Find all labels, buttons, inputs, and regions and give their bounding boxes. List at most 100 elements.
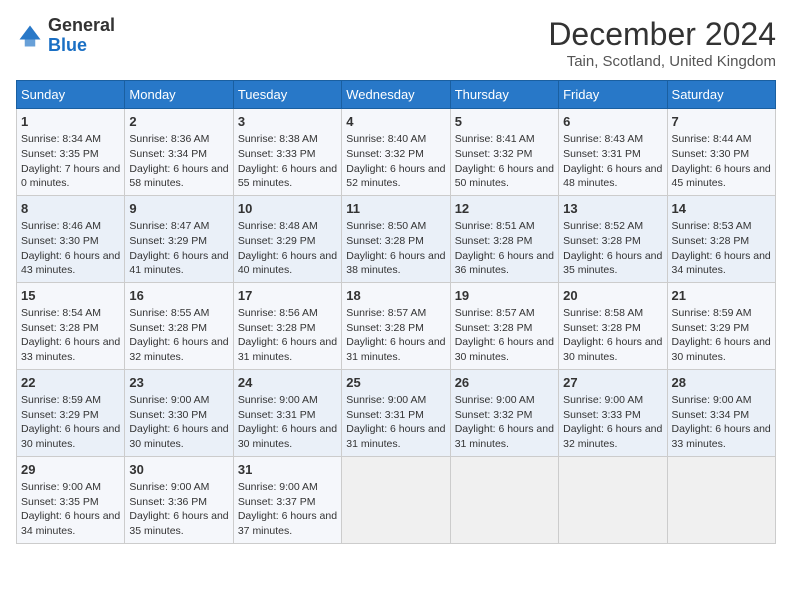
calendar-dow-tuesday: Tuesday [233, 81, 341, 109]
calendar-cell: 9Sunrise: 8:47 AMSunset: 3:29 PMDaylight… [125, 195, 233, 282]
logo-icon [16, 22, 44, 50]
calendar-cell: 2Sunrise: 8:36 AMSunset: 3:34 PMDaylight… [125, 109, 233, 196]
day-number: 21 [672, 287, 771, 305]
day-info: Sunrise: 8:46 AMSunset: 3:30 PMDaylight:… [21, 219, 120, 278]
day-info: Sunrise: 9:00 AMSunset: 3:34 PMDaylight:… [672, 393, 771, 452]
day-number: 25 [346, 374, 445, 392]
day-number: 20 [563, 287, 662, 305]
calendar-cell: 24Sunrise: 9:00 AMSunset: 3:31 PMDayligh… [233, 369, 341, 456]
calendar-week-3: 15Sunrise: 8:54 AMSunset: 3:28 PMDayligh… [17, 282, 776, 369]
calendar-cell: 15Sunrise: 8:54 AMSunset: 3:28 PMDayligh… [17, 282, 125, 369]
calendar-cell: 25Sunrise: 9:00 AMSunset: 3:31 PMDayligh… [342, 369, 450, 456]
day-number: 2 [129, 113, 228, 131]
calendar-dow-saturday: Saturday [667, 81, 775, 109]
day-number: 1 [21, 113, 120, 131]
calendar-cell: 7Sunrise: 8:44 AMSunset: 3:30 PMDaylight… [667, 109, 775, 196]
calendar-cell: 29Sunrise: 9:00 AMSunset: 3:35 PMDayligh… [17, 456, 125, 543]
day-info: Sunrise: 8:57 AMSunset: 3:28 PMDaylight:… [455, 306, 554, 365]
calendar-cell [450, 456, 558, 543]
logo-text: General Blue [48, 16, 115, 56]
day-number: 9 [129, 200, 228, 218]
day-info: Sunrise: 8:36 AMSunset: 3:34 PMDaylight:… [129, 132, 228, 191]
day-info: Sunrise: 8:40 AMSunset: 3:32 PMDaylight:… [346, 132, 445, 191]
calendar-cell: 22Sunrise: 8:59 AMSunset: 3:29 PMDayligh… [17, 369, 125, 456]
day-number: 5 [455, 113, 554, 131]
day-info: Sunrise: 8:52 AMSunset: 3:28 PMDaylight:… [563, 219, 662, 278]
day-info: Sunrise: 9:00 AMSunset: 3:30 PMDaylight:… [129, 393, 228, 452]
calendar-week-2: 8Sunrise: 8:46 AMSunset: 3:30 PMDaylight… [17, 195, 776, 282]
calendar-cell [342, 456, 450, 543]
calendar-cell: 21Sunrise: 8:59 AMSunset: 3:29 PMDayligh… [667, 282, 775, 369]
day-number: 3 [238, 113, 337, 131]
title-block: December 2024 Tain, Scotland, United Kin… [548, 16, 776, 70]
calendar-cell: 17Sunrise: 8:56 AMSunset: 3:28 PMDayligh… [233, 282, 341, 369]
calendar-cell: 1Sunrise: 8:34 AMSunset: 3:35 PMDaylight… [17, 109, 125, 196]
calendar-week-4: 22Sunrise: 8:59 AMSunset: 3:29 PMDayligh… [17, 369, 776, 456]
day-number: 27 [563, 374, 662, 392]
day-info: Sunrise: 8:38 AMSunset: 3:33 PMDaylight:… [238, 132, 337, 191]
calendar-header-row: SundayMondayTuesdayWednesdayThursdayFrid… [17, 81, 776, 109]
day-number: 13 [563, 200, 662, 218]
day-info: Sunrise: 9:00 AMSunset: 3:36 PMDaylight:… [129, 480, 228, 539]
day-info: Sunrise: 8:57 AMSunset: 3:28 PMDaylight:… [346, 306, 445, 365]
day-number: 15 [21, 287, 120, 305]
calendar-dow-wednesday: Wednesday [342, 81, 450, 109]
calendar-cell: 8Sunrise: 8:46 AMSunset: 3:30 PMDaylight… [17, 195, 125, 282]
day-number: 22 [21, 374, 120, 392]
day-info: Sunrise: 8:34 AMSunset: 3:35 PMDaylight:… [21, 132, 120, 191]
day-number: 31 [238, 461, 337, 479]
month-title: December 2024 [548, 16, 776, 53]
calendar-cell: 4Sunrise: 8:40 AMSunset: 3:32 PMDaylight… [342, 109, 450, 196]
calendar-cell: 3Sunrise: 8:38 AMSunset: 3:33 PMDaylight… [233, 109, 341, 196]
day-number: 26 [455, 374, 554, 392]
calendar-week-1: 1Sunrise: 8:34 AMSunset: 3:35 PMDaylight… [17, 109, 776, 196]
day-info: Sunrise: 8:59 AMSunset: 3:29 PMDaylight:… [21, 393, 120, 452]
calendar-cell: 14Sunrise: 8:53 AMSunset: 3:28 PMDayligh… [667, 195, 775, 282]
day-number: 4 [346, 113, 445, 131]
day-info: Sunrise: 9:00 AMSunset: 3:37 PMDaylight:… [238, 480, 337, 539]
calendar-dow-monday: Monday [125, 81, 233, 109]
day-info: Sunrise: 8:47 AMSunset: 3:29 PMDaylight:… [129, 219, 228, 278]
calendar-cell: 30Sunrise: 9:00 AMSunset: 3:36 PMDayligh… [125, 456, 233, 543]
calendar-cell [667, 456, 775, 543]
page-header: General Blue December 2024 Tain, Scotlan… [16, 16, 776, 70]
day-info: Sunrise: 8:50 AMSunset: 3:28 PMDaylight:… [346, 219, 445, 278]
calendar-cell: 10Sunrise: 8:48 AMSunset: 3:29 PMDayligh… [233, 195, 341, 282]
calendar-cell: 12Sunrise: 8:51 AMSunset: 3:28 PMDayligh… [450, 195, 558, 282]
day-number: 6 [563, 113, 662, 131]
day-number: 10 [238, 200, 337, 218]
day-info: Sunrise: 8:56 AMSunset: 3:28 PMDaylight:… [238, 306, 337, 365]
calendar-table: SundayMondayTuesdayWednesdayThursdayFrid… [16, 80, 776, 544]
day-info: Sunrise: 8:53 AMSunset: 3:28 PMDaylight:… [672, 219, 771, 278]
day-info: Sunrise: 8:59 AMSunset: 3:29 PMDaylight:… [672, 306, 771, 365]
calendar-dow-sunday: Sunday [17, 81, 125, 109]
day-info: Sunrise: 9:00 AMSunset: 3:33 PMDaylight:… [563, 393, 662, 452]
day-number: 24 [238, 374, 337, 392]
calendar-body: 1Sunrise: 8:34 AMSunset: 3:35 PMDaylight… [17, 109, 776, 544]
calendar-cell: 20Sunrise: 8:58 AMSunset: 3:28 PMDayligh… [559, 282, 667, 369]
day-info: Sunrise: 8:55 AMSunset: 3:28 PMDaylight:… [129, 306, 228, 365]
day-number: 8 [21, 200, 120, 218]
day-number: 18 [346, 287, 445, 305]
day-info: Sunrise: 9:00 AMSunset: 3:31 PMDaylight:… [238, 393, 337, 452]
logo: General Blue [16, 16, 115, 56]
day-info: Sunrise: 8:43 AMSunset: 3:31 PMDaylight:… [563, 132, 662, 191]
calendar-dow-thursday: Thursday [450, 81, 558, 109]
day-info: Sunrise: 9:00 AMSunset: 3:35 PMDaylight:… [21, 480, 120, 539]
day-number: 23 [129, 374, 228, 392]
calendar-cell: 6Sunrise: 8:43 AMSunset: 3:31 PMDaylight… [559, 109, 667, 196]
day-info: Sunrise: 8:58 AMSunset: 3:28 PMDaylight:… [563, 306, 662, 365]
day-number: 16 [129, 287, 228, 305]
calendar-cell [559, 456, 667, 543]
day-number: 12 [455, 200, 554, 218]
calendar-cell: 13Sunrise: 8:52 AMSunset: 3:28 PMDayligh… [559, 195, 667, 282]
calendar-cell: 11Sunrise: 8:50 AMSunset: 3:28 PMDayligh… [342, 195, 450, 282]
day-number: 29 [21, 461, 120, 479]
calendar-week-5: 29Sunrise: 9:00 AMSunset: 3:35 PMDayligh… [17, 456, 776, 543]
calendar-cell: 23Sunrise: 9:00 AMSunset: 3:30 PMDayligh… [125, 369, 233, 456]
day-info: Sunrise: 8:48 AMSunset: 3:29 PMDaylight:… [238, 219, 337, 278]
calendar-cell: 18Sunrise: 8:57 AMSunset: 3:28 PMDayligh… [342, 282, 450, 369]
day-number: 11 [346, 200, 445, 218]
calendar-cell: 28Sunrise: 9:00 AMSunset: 3:34 PMDayligh… [667, 369, 775, 456]
calendar-cell: 5Sunrise: 8:41 AMSunset: 3:32 PMDaylight… [450, 109, 558, 196]
